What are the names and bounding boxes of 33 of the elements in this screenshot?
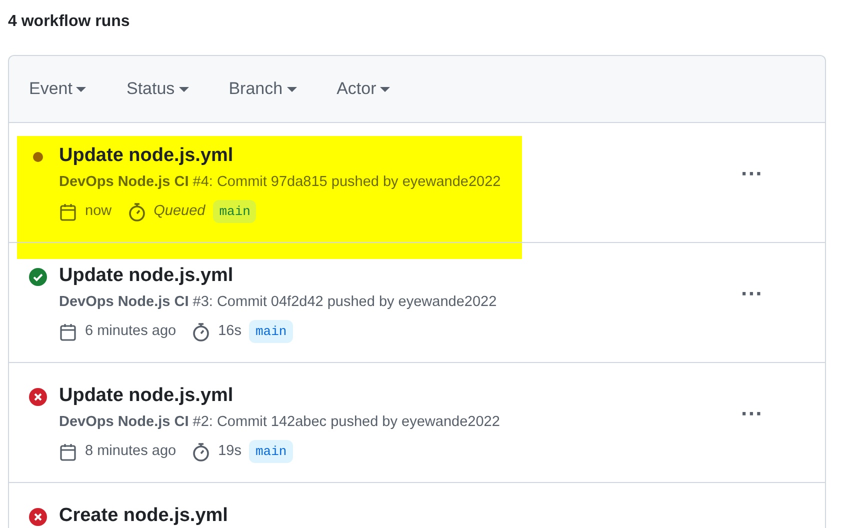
- branch-label[interactable]: main: [213, 200, 256, 224]
- run-description: DevOps Node.js CI #2: Commit 142abec pushed by eyewande2022: [59, 413, 500, 432]
- run-title-link[interactable]: Update node.js.yml: [59, 145, 234, 166]
- calendar-icon: [59, 202, 77, 222]
- more-options-button[interactable]: ···: [737, 283, 767, 305]
- run-time: 6 minutes ago: [85, 322, 176, 341]
- filter-dropdown[interactable]: Status: [126, 72, 199, 106]
- stopwatch-icon: [192, 442, 210, 462]
- x-circle-icon: [29, 388, 47, 406]
- filter-dropdown[interactable]: Actor: [336, 72, 400, 106]
- check-circle-icon: [29, 268, 47, 286]
- filter-dropdown[interactable]: Event: [29, 72, 96, 106]
- run-time: now: [85, 202, 112, 221]
- run-duration: Queued: [154, 202, 206, 221]
- calendar-icon: [59, 322, 77, 342]
- run-description: DevOps Node.js CI #3: Commit 04f2d42 pushed by eyewande2022: [59, 293, 497, 312]
- run-duration: 16s: [218, 322, 242, 341]
- stopwatch-icon: [128, 202, 146, 222]
- run-description: DevOps Node.js CI #4: Commit 97da815 pushed by eyewande2022: [59, 173, 501, 192]
- stopwatch-icon: [192, 322, 210, 342]
- run-title-link[interactable]: Update node.js.yml: [59, 385, 234, 406]
- run-title-link[interactable]: Create node.js.yml: [59, 505, 228, 526]
- filter-dropdown[interactable]: Branch: [228, 72, 307, 106]
- x-circle-icon: [29, 508, 47, 526]
- run-title-link[interactable]: Update node.js.yml: [59, 265, 234, 286]
- run-time: 8 minutes ago: [85, 442, 176, 461]
- more-options-button[interactable]: ···: [737, 163, 767, 185]
- more-options-button[interactable]: ···: [737, 403, 767, 425]
- run-duration: 19s: [218, 442, 242, 461]
- branch-label[interactable]: main: [249, 440, 293, 464]
- branch-label[interactable]: main: [249, 320, 293, 344]
- calendar-icon: [59, 442, 77, 462]
- runs-count-heading: 4 workflow runs: [7, 12, 131, 32]
